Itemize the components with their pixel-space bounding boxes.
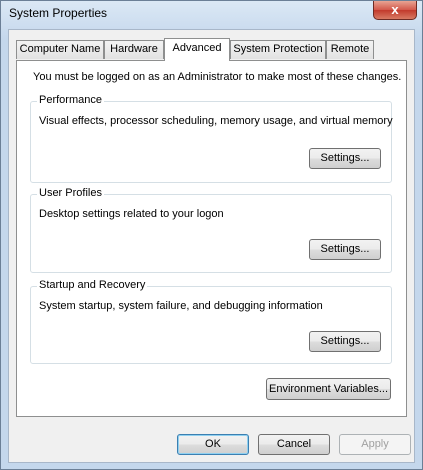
performance-group-title: Performance — [37, 94, 104, 106]
close-button[interactable]: x — [373, 1, 417, 20]
startup-recovery-group: Startup and Recovery System startup, sys… — [30, 279, 392, 364]
cancel-button[interactable]: Cancel — [258, 434, 330, 455]
tab-hardware[interactable]: Hardware — [104, 40, 164, 59]
admin-notice: You must be logged on as an Administrato… — [33, 71, 402, 83]
user-profiles-settings-button[interactable]: Settings... — [309, 239, 381, 260]
user-profiles-description: Desktop settings related to your logon — [39, 208, 224, 220]
performance-description: Visual effects, processor scheduling, me… — [39, 115, 393, 127]
window-title: System Properties — [9, 6, 108, 20]
user-profiles-group-title: User Profiles — [37, 187, 104, 199]
startup-recovery-description: System startup, system failure, and debu… — [39, 300, 323, 312]
title-bar[interactable]: System Properties x — [1, 1, 422, 27]
user-profiles-group: User Profiles Desktop settings related t… — [30, 187, 392, 273]
tab-computer-name[interactable]: Computer Name — [16, 40, 104, 59]
tab-system-protection[interactable]: System Protection — [230, 40, 326, 59]
ok-button[interactable]: OK — [177, 434, 249, 455]
performance-settings-button[interactable]: Settings... — [309, 148, 381, 169]
tab-remote[interactable]: Remote — [326, 40, 374, 59]
dialog-client-area: Computer Name Hardware Advanced System P… — [8, 29, 415, 463]
apply-button[interactable]: Apply — [339, 434, 411, 455]
tab-advanced[interactable]: Advanced — [164, 38, 230, 61]
system-properties-window: System Properties x Computer Name Hardwa… — [0, 0, 423, 470]
environment-variables-button[interactable]: Environment Variables... — [266, 378, 391, 400]
advanced-tab-panel: You must be logged on as an Administrato… — [16, 60, 407, 417]
close-icon: x — [391, 2, 399, 17]
startup-recovery-settings-button[interactable]: Settings... — [309, 331, 381, 352]
startup-recovery-group-title: Startup and Recovery — [37, 279, 148, 291]
performance-group: Performance Visual effects, processor sc… — [30, 94, 393, 183]
